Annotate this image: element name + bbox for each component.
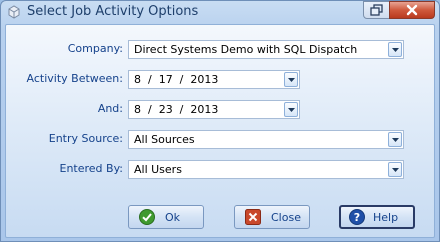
activity-start-value[interactable]: 8 / 17 / 2013: [134, 73, 218, 86]
end-date-dropdown-button[interactable]: [284, 102, 298, 117]
app-icon: [7, 5, 21, 19]
window-close-button[interactable]: [389, 1, 435, 19]
close-button-label: Close: [271, 211, 301, 224]
entered-by-dropdown-button[interactable]: [388, 162, 402, 177]
chevron-down-icon: [392, 168, 399, 172]
question-mark-icon: ?: [349, 209, 365, 225]
window-title: Select Job Activity Options: [27, 4, 199, 19]
activity-end-date-picker[interactable]: 8 / 23 / 2013: [128, 100, 300, 119]
chevron-down-icon: [288, 108, 295, 112]
title-bar[interactable]: Select Job Activity Options: [1, 1, 439, 23]
activity-end-value[interactable]: 8 / 23 / 2013: [134, 103, 218, 116]
restore-button[interactable]: [363, 1, 390, 19]
chevron-down-icon: [392, 138, 399, 142]
company-label: Company:: [67, 42, 123, 55]
chevron-down-icon: [392, 48, 399, 52]
ok-button-label: Ok: [165, 211, 181, 224]
start-date-dropdown-button[interactable]: [284, 72, 298, 87]
company-dropdown[interactable]: Direct Systems Demo with SQL Dispatch: [128, 40, 404, 59]
close-x-icon: [406, 4, 418, 16]
entry-source-label: Entry Source:: [48, 132, 123, 145]
entered-by-label: Entered By:: [59, 162, 124, 175]
activity-between-label: Activity Between:: [26, 72, 123, 85]
activity-start-date-picker[interactable]: 8 / 17 / 2013: [128, 70, 300, 89]
entry-source-dropdown-button[interactable]: [388, 132, 402, 147]
close-button[interactable]: Close: [234, 205, 310, 229]
company-value: Direct Systems Demo with SQL Dispatch: [134, 43, 358, 56]
company-dropdown-button[interactable]: [388, 42, 402, 57]
restore-icon: [370, 4, 383, 16]
help-button-label: Help: [373, 211, 399, 224]
chevron-down-icon: [288, 78, 295, 82]
dialog-window: Select Job Activity Options Company: Dir…: [0, 0, 440, 242]
checkmark-icon: [139, 209, 155, 225]
ok-button[interactable]: Ok: [128, 205, 204, 229]
options-panel: Company: Direct Systems Demo with SQL Di…: [5, 24, 435, 238]
entered-by-value: All Users: [134, 163, 182, 176]
help-button[interactable]: ? Help: [339, 205, 415, 229]
and-label: And:: [97, 102, 123, 115]
entry-source-dropdown[interactable]: All Sources: [128, 130, 404, 149]
entered-by-dropdown[interactable]: All Users: [128, 160, 404, 179]
svg-text:?: ?: [354, 211, 360, 224]
close-icon: [245, 209, 261, 225]
entry-source-value: All Sources: [134, 133, 195, 146]
